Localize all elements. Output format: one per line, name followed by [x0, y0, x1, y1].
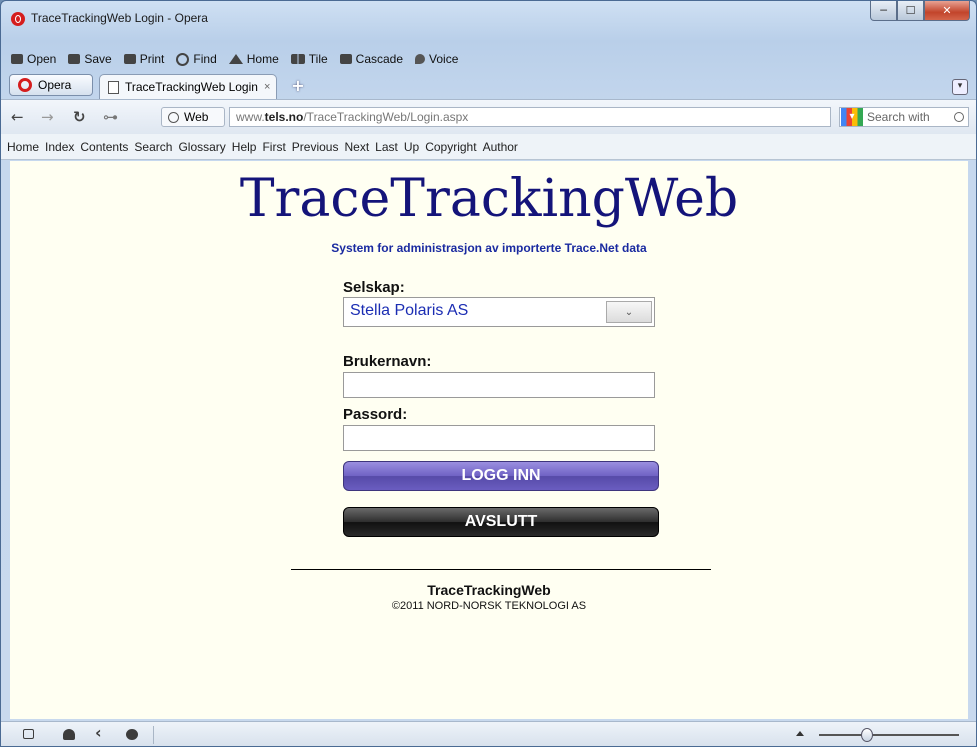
- tab-label: TraceTrackingWeb Login: [125, 80, 258, 94]
- opera-icon: [11, 12, 25, 26]
- close-button[interactable]: ✕: [924, 1, 970, 21]
- reload-button[interactable]: ↻: [73, 109, 86, 125]
- panel-toggle-icon[interactable]: [23, 729, 34, 739]
- forward-button[interactable]: →: [41, 109, 54, 125]
- window-title: TraceTrackingWeb Login - Opera: [31, 11, 208, 25]
- nav-link-next[interactable]: Next: [344, 140, 369, 154]
- menu-save-label: Save: [84, 52, 112, 66]
- tab-close-icon[interactable]: ×: [264, 81, 270, 93]
- menu-home-label: Home: [246, 52, 279, 66]
- password-input[interactable]: [343, 425, 655, 451]
- menu-home[interactable]: Home: [228, 52, 279, 66]
- page-content: TraceTrackingWeb System for administrasj…: [10, 161, 968, 719]
- nav-link-contents[interactable]: Contents: [80, 140, 128, 154]
- folder-icon: [11, 54, 23, 64]
- find-icon: [176, 52, 190, 66]
- username-label: Brukernavn:: [343, 353, 432, 370]
- opera-menu-label: Opera: [38, 78, 72, 92]
- nav-link-index[interactable]: Index: [45, 140, 74, 154]
- url-prefix: www.: [236, 110, 265, 124]
- search-icon[interactable]: [954, 112, 964, 122]
- tab-menu-button[interactable]: ▾: [952, 79, 968, 95]
- voice-icon: [415, 54, 426, 64]
- company-label: Selskap:: [343, 279, 405, 296]
- print-icon: [123, 54, 136, 64]
- site-badge-label: Web: [184, 110, 209, 124]
- search-engine-icon[interactable]: ▾: [841, 108, 863, 126]
- turbo-icon[interactable]: [126, 729, 138, 740]
- globe-icon: [168, 111, 179, 123]
- brand-title: TraceTrackingWeb: [239, 169, 739, 229]
- nav-link-home[interactable]: Home: [7, 140, 39, 154]
- menu-toolbar: Open Save Print Find Home Tile Cascade V…: [1, 49, 458, 69]
- nav-link-help[interactable]: Help: [232, 140, 257, 154]
- company-value: Stella Polaris AS: [350, 302, 469, 319]
- tagline: System for administrasjon av importerte …: [331, 241, 647, 255]
- username-input[interactable]: [343, 372, 655, 398]
- nav-link-up[interactable]: Up: [404, 140, 419, 154]
- menu-save[interactable]: Save: [68, 52, 112, 66]
- key-icon[interactable]: ⊶: [103, 109, 118, 125]
- login-button[interactable]: LOGG INN: [343, 461, 659, 491]
- menu-tile[interactable]: Tile: [290, 52, 328, 66]
- tab-bar: Opera TraceTrackingWeb Login × + ▾: [1, 73, 976, 99]
- menu-voice[interactable]: Voice: [415, 52, 458, 66]
- navigation-bar: Home Index Contents Search Glossary Help…: [1, 134, 976, 160]
- status-divider: [153, 726, 154, 744]
- zoom-slider-thumb[interactable]: [861, 728, 873, 742]
- opera-menu-button[interactable]: Opera: [9, 74, 93, 96]
- nav-link-last[interactable]: Last: [375, 140, 398, 154]
- menu-tile-label: Tile: [308, 52, 328, 66]
- title-bar: TraceTrackingWeb Login - Opera ─ ☐ ✕: [1, 1, 976, 37]
- tab-login[interactable]: TraceTrackingWeb Login ×: [99, 74, 277, 99]
- search-placeholder: Search with: [867, 110, 930, 124]
- menu-open[interactable]: Open: [11, 52, 56, 66]
- address-field[interactable]: www.tels.no/TraceTrackingWeb/Login.aspx: [229, 107, 831, 127]
- company-select[interactable]: Stella Polaris AS ⌄: [343, 297, 655, 327]
- cloud-icon[interactable]: [63, 729, 75, 740]
- site-info-badge[interactable]: Web: [161, 107, 225, 127]
- status-bar: [1, 721, 976, 746]
- home-icon: [228, 54, 243, 64]
- menu-cascade[interactable]: Cascade: [339, 52, 404, 66]
- menu-print-label: Print: [139, 52, 165, 66]
- browser-window: TraceTrackingWeb Login - Opera ─ ☐ ✕ Ope…: [0, 0, 977, 747]
- url-path: /TraceTrackingWeb/Login.aspx: [303, 110, 469, 124]
- nav-link-glossary[interactable]: Glossary: [178, 140, 225, 154]
- nav-link-author[interactable]: Author: [483, 140, 518, 154]
- zoom-slider[interactable]: [819, 734, 959, 736]
- opera-logo-icon: [18, 78, 32, 92]
- chevron-down-icon[interactable]: ⌄: [606, 301, 652, 323]
- footer-copyright: ©2011 NORD-NORSK TEKNOLOGI AS: [391, 600, 587, 612]
- maximize-button[interactable]: ☐: [897, 1, 924, 21]
- search-box[interactable]: ▾ Search with: [839, 107, 969, 127]
- menu-find[interactable]: Find: [176, 52, 217, 66]
- menu-print[interactable]: Print: [123, 52, 165, 66]
- menu-cascade-label: Cascade: [355, 52, 404, 66]
- nav-link-search[interactable]: Search: [134, 140, 172, 154]
- nav-link-previous[interactable]: Previous: [292, 140, 339, 154]
- save-icon: [68, 54, 81, 64]
- nav-link-first[interactable]: First: [262, 140, 285, 154]
- unite-icon[interactable]: [95, 723, 107, 742]
- url-domain: tels.no: [264, 110, 304, 124]
- menu-find-label: Find: [193, 52, 217, 66]
- menu-voice-label: Voice: [429, 52, 459, 66]
- tile-icon: [290, 54, 305, 64]
- password-label: Passord:: [343, 406, 408, 423]
- new-tab-button[interactable]: +: [287, 77, 309, 95]
- back-button[interactable]: ←: [11, 109, 24, 125]
- login-form: Selskap: Stella Polaris AS ⌄ Brukernavn:…: [343, 279, 663, 537]
- window-controls: ─ ☐ ✕: [870, 1, 970, 23]
- footer-divider: [291, 569, 711, 570]
- cascade-icon: [339, 54, 352, 64]
- nav-link-copyright[interactable]: Copyright: [425, 140, 476, 154]
- zoom-menu-icon[interactable]: [796, 731, 804, 736]
- page-icon: [108, 80, 119, 94]
- menu-open-label: Open: [27, 52, 57, 66]
- address-toolbar: ← → ↻ ⊶ Web www.tels.no/TraceTrackingWeb…: [1, 99, 976, 135]
- footer-title: TraceTrackingWeb: [427, 582, 551, 598]
- minimize-button[interactable]: ─: [870, 1, 897, 21]
- exit-button[interactable]: AVSLUTT: [343, 507, 659, 537]
